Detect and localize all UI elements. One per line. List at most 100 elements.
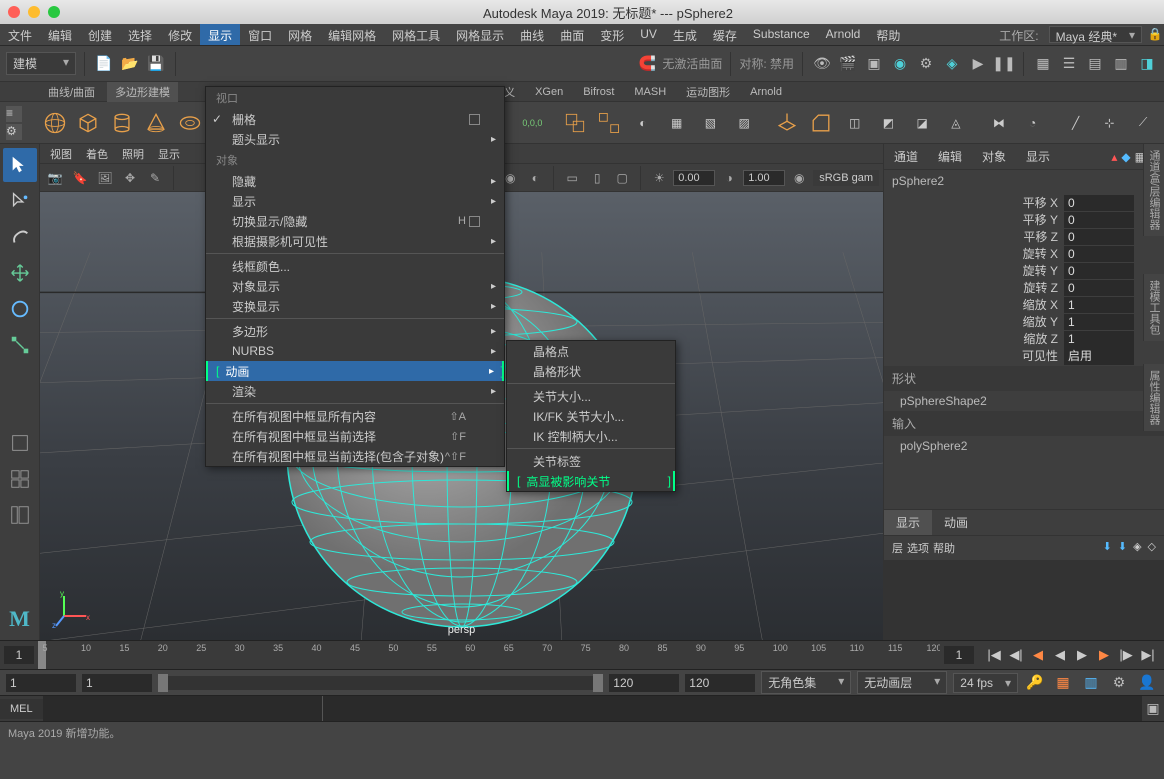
play-fwd-icon[interactable]: ▶ [1072, 645, 1092, 665]
range-end-field[interactable]: 120 [685, 674, 755, 692]
layer-new-icon[interactable]: ◈ [1133, 540, 1141, 556]
sub-lattice-shape[interactable]: 晶格形状 [507, 361, 675, 381]
menu-generate[interactable]: 生成 [665, 24, 705, 45]
mirror-icon[interactable]: ⧓ [984, 106, 1014, 140]
menu-edit[interactable]: 编辑 [40, 24, 80, 45]
sub-lattice-pt[interactable]: 晶格点 [507, 341, 675, 361]
shelf-tab-xgen[interactable]: XGen [527, 84, 571, 100]
menu-curves[interactable]: 曲线 [512, 24, 552, 45]
maximize-icon[interactable] [48, 6, 60, 18]
range-loop-icon[interactable]: ▦ [1052, 672, 1074, 694]
menu-deform[interactable]: 变形 [592, 24, 632, 45]
current-frame-field[interactable]: 1 [944, 646, 974, 664]
select-tool[interactable] [3, 148, 37, 182]
vp-film-gate-icon[interactable]: ▢ [611, 167, 633, 189]
close-icon[interactable] [8, 6, 20, 18]
shelf-tab-mash[interactable]: MASH [626, 84, 674, 100]
vtab-attr[interactable]: 属性编辑器 [1143, 364, 1164, 431]
menu-substance[interactable]: Substance [745, 24, 818, 45]
multi-cut-icon[interactable]: ╱ [1061, 106, 1091, 140]
layer-add-sel-icon[interactable]: ⬇ [1103, 540, 1112, 556]
object-name[interactable]: pSphere2 [884, 170, 1164, 192]
layer-tab-display[interactable]: 显示 [884, 510, 932, 535]
magnet-icon[interactable]: 🧲 [636, 53, 658, 75]
sub-ik-handle[interactable]: IK 控制柄大小... [507, 426, 675, 446]
vp-exposure-icon[interactable]: ☀ [648, 167, 670, 189]
cmd-input[interactable] [43, 696, 323, 721]
render-globals-icon[interactable]: ⚙ [915, 53, 937, 75]
menu-modify[interactable]: 修改 [160, 24, 200, 45]
go-start-icon[interactable]: |◀ [984, 645, 1004, 665]
dd-frame-sel[interactable]: 在所有视图中框显当前选择⇧F [206, 426, 504, 446]
dd-poly[interactable]: 多边形▸ [206, 321, 504, 341]
autokey-icon[interactable]: 🔑 [1024, 672, 1046, 694]
layout-outliner-icon[interactable] [3, 498, 37, 532]
remesh-icon[interactable]: ▨ [729, 106, 759, 140]
ch-tab-channels[interactable]: 通道 [884, 144, 928, 169]
script-window-icon[interactable]: ▣ [1142, 698, 1164, 720]
dd-frame-all[interactable]: 在所有视图中框显所有内容⇧A [206, 406, 504, 426]
save-scene-icon[interactable]: 💾 [145, 53, 167, 75]
connect-icon[interactable]: ⟋ [1128, 106, 1158, 140]
menu-edit-mesh[interactable]: 编辑网格 [320, 24, 384, 45]
vp-gamma-icon[interactable]: ◑ [718, 167, 740, 189]
poly-torus-icon[interactable] [175, 106, 205, 140]
menu-arnold[interactable]: Arnold [818, 24, 869, 45]
minimize-icon[interactable] [28, 6, 40, 18]
sub-joint-size[interactable]: 关节大小... [507, 386, 675, 406]
vp-xray-icon[interactable]: ◐ [524, 167, 546, 189]
render-icon[interactable]: ◉ [889, 53, 911, 75]
dd-obj-disp[interactable]: 对象显示▸ [206, 276, 504, 296]
vp-menu-shading[interactable]: 着色 [80, 144, 114, 164]
colorspace-combo[interactable]: sRGB gam [813, 170, 879, 186]
dd-wcolor[interactable]: 线框颜色... [206, 256, 504, 276]
ch-icon-1[interactable]: ▴ [1111, 150, 1117, 164]
menu-cache[interactable]: 缓存 [705, 24, 745, 45]
start-frame-field[interactable]: 1 [4, 646, 34, 664]
symmetry-label[interactable]: 对称: 禁用 [739, 55, 794, 72]
vp-menu-show[interactable]: 显示 [152, 144, 186, 164]
charset-combo[interactable]: 无角色集 [761, 671, 851, 694]
layer-add-icon[interactable]: ⬇ [1118, 540, 1127, 556]
layout-four-icon[interactable] [3, 462, 37, 496]
poly-cube-icon[interactable] [74, 106, 104, 140]
fill-hole-icon[interactable]: ◪ [907, 106, 937, 140]
dd-frame-sel-h[interactable]: 在所有视图中框显当前选择(包含子对象)^⇧F [206, 446, 504, 466]
hypershade-icon[interactable]: ◈ [941, 53, 963, 75]
range-start-field[interactable]: 1 [6, 674, 76, 692]
ch-icon-2[interactable]: ◆ [1121, 150, 1130, 164]
workspace-combo[interactable]: Maya 经典* [1049, 26, 1142, 43]
attr-editor-icon[interactable]: ◨ [1136, 53, 1158, 75]
poly-cone-icon[interactable] [141, 106, 171, 140]
dd-show[interactable]: 显示▸ [206, 191, 504, 211]
shelf-tab-arnold[interactable]: Arnold [742, 84, 790, 100]
ch-tab-show[interactable]: 显示 [1016, 144, 1060, 169]
dd-hud[interactable]: 题头显示▸ [206, 129, 504, 149]
panel-layout-icon[interactable]: ▦ [1032, 53, 1054, 75]
menu-mesh-tools[interactable]: 网格工具 [384, 24, 448, 45]
layer-menu-options[interactable]: 选项 [907, 540, 929, 556]
dd-xform-disp[interactable]: 变换显示▸ [206, 296, 504, 316]
bevel-icon[interactable] [806, 106, 836, 140]
append-icon[interactable]: ◩ [874, 106, 904, 140]
layer-new-empty-icon[interactable]: ◇ [1148, 540, 1156, 556]
shelf-tab-poly[interactable]: 多边形建模 [107, 82, 178, 102]
fps-combo[interactable]: 24 fps [953, 673, 1018, 693]
vp-image-plane-icon[interactable]: 🖼 [94, 167, 116, 189]
layer-menu-help[interactable]: 帮助 [933, 540, 955, 556]
dd-cam-vis[interactable]: 根据摄影机可见性▸ [206, 231, 504, 251]
step-back-icon[interactable]: ◀ [1028, 645, 1048, 665]
rotate-tool[interactable] [3, 292, 37, 326]
vp-resolution-icon[interactable]: ▯ [586, 167, 608, 189]
vp-2d-pan-icon[interactable]: ✥ [119, 167, 141, 189]
range-audio-icon[interactable]: ▥ [1080, 672, 1102, 694]
vp-select-cam-icon[interactable]: 📷 [44, 167, 66, 189]
render-view-icon[interactable]: 🎬 [837, 53, 859, 75]
go-end-icon[interactable]: ▶| [1138, 645, 1158, 665]
layer-menu-layers[interactable]: 层 [892, 540, 903, 556]
time-ruler[interactable]: 5101520253035404550556065707580859095100… [38, 641, 940, 669]
step-fwd-icon[interactable]: ▶ [1094, 645, 1114, 665]
vp-menu-lighting[interactable]: 照明 [116, 144, 150, 164]
sculpt-icon[interactable]: ◔ [1018, 106, 1048, 140]
collapse-icon[interactable]: ◬ [941, 106, 971, 140]
